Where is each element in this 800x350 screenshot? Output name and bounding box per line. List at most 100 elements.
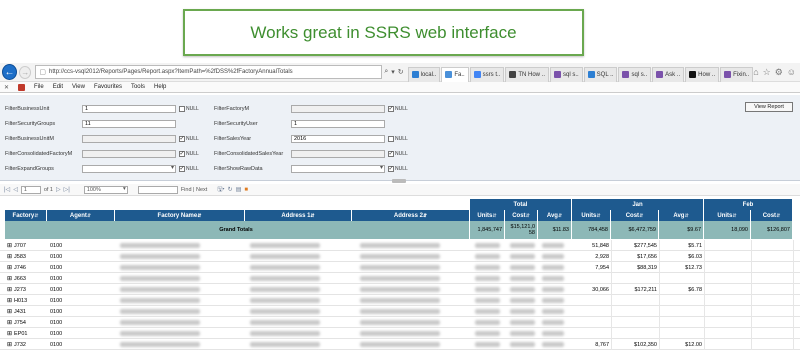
browser-tab[interactable]: TN How .. (505, 66, 549, 82)
browser-tab[interactable]: SQL .. (583, 66, 618, 82)
sort-icon[interactable]: ⇵ (492, 213, 496, 219)
expand-icon[interactable]: ⊞ (7, 330, 12, 337)
column-header[interactable]: Avg ⇵ (659, 210, 704, 221)
refresh-icon[interactable]: ↻ (398, 68, 404, 76)
null-checkbox[interactable]: ✓ (179, 151, 185, 157)
column-header[interactable]: Cost ⇵ (611, 210, 659, 221)
factory-cell[interactable]: ⊞ J707 (7, 240, 26, 251)
browser-tab[interactable]: Fixin.. (720, 66, 754, 82)
column-header[interactable]: Address 1 ⇵ (245, 210, 352, 221)
menu-item-help[interactable]: Help (154, 84, 166, 90)
factory-cell[interactable]: ⊞ J431 (7, 306, 26, 317)
smiley-icon[interactable]: ☺ (787, 67, 796, 78)
zoom-select[interactable]: 100% ▾ (83, 185, 128, 194)
browser-tab[interactable]: Fa.. (441, 66, 469, 82)
expand-icon[interactable]: ⊞ (7, 275, 12, 282)
null-checkbox[interactable]: ✓ (388, 106, 394, 112)
column-header[interactable]: Cost ⇵ (505, 210, 538, 221)
gear-icon[interactable]: ⚙ (775, 67, 783, 78)
sort-icon[interactable]: ⇵ (310, 213, 314, 219)
browser-tab[interactable]: local.. (407, 66, 441, 82)
factory-cell[interactable]: ⊞ J583 (7, 251, 26, 262)
browser-tab[interactable]: ssrs t.. (469, 66, 505, 82)
null-checkbox[interactable] (388, 136, 394, 142)
browser-tab[interactable]: sql s.. (550, 66, 583, 82)
menu-item-edit[interactable]: Edit (53, 84, 63, 90)
menu-item-file[interactable]: File (34, 84, 44, 90)
column-header[interactable]: Factory Name ⇵ (115, 210, 245, 221)
expand-icon[interactable]: ⊞ (7, 286, 12, 293)
page-number-input[interactable]: 1 (20, 185, 41, 194)
column-header[interactable]: Avg ⇵ (538, 210, 572, 221)
menu-item-view[interactable]: View (72, 84, 85, 90)
null-checkbox[interactable] (179, 106, 185, 112)
factory-cell[interactable]: ⊞ J754 (7, 317, 26, 328)
browser-tab[interactable]: sql s.. (618, 66, 652, 82)
factory-cell[interactable]: ⊞ J732 (7, 339, 26, 350)
browser-tab[interactable]: How .. (685, 66, 720, 82)
refresh-report-icon[interactable]: ↻ (228, 186, 233, 193)
addon-icon[interactable] (18, 83, 26, 91)
param-input[interactable]: 11 (82, 120, 176, 128)
search-icon[interactable]: ⌕ (384, 68, 388, 76)
collapse-handle[interactable] (392, 179, 406, 183)
prev-page-icon[interactable]: ◁ (13, 186, 18, 193)
export-icon[interactable]: 🖫▾ (217, 185, 224, 195)
sort-icon[interactable]: ⇵ (87, 213, 91, 219)
first-page-icon[interactable]: |◁ (4, 186, 10, 193)
sort-icon[interactable]: ⇵ (558, 213, 562, 219)
column-header[interactable]: Units ⇵ (470, 210, 505, 221)
column-header[interactable]: Units ⇵ (572, 210, 611, 221)
sort-icon[interactable]: ⇵ (776, 213, 780, 219)
expand-icon[interactable]: ⊞ (7, 341, 12, 348)
null-checkbox[interactable]: ✓ (388, 151, 394, 157)
sort-icon[interactable]: ⇵ (639, 213, 643, 219)
sort-icon[interactable]: ⇵ (684, 213, 688, 219)
expand-icon[interactable]: ⊞ (7, 308, 12, 315)
menu-item-tools[interactable]: Tools (131, 84, 145, 90)
expand-icon[interactable]: ⊞ (7, 319, 12, 326)
menu-item-favourites[interactable]: Favourites (94, 84, 122, 90)
null-checkbox[interactable]: ✓ (179, 136, 185, 142)
null-checkbox[interactable]: ✓ (179, 166, 185, 172)
back-button[interactable]: ← (2, 64, 18, 80)
column-header[interactable]: Agent ⇵ (47, 210, 115, 221)
url-field[interactable]: ▢ http://ccs-vsql2012/Reports/Pages/Repo… (35, 65, 383, 79)
expand-icon[interactable]: ⊞ (7, 253, 12, 260)
favorites-icon[interactable]: ☆ (763, 67, 771, 78)
sort-icon[interactable]: ⇵ (423, 213, 427, 219)
param-input[interactable]: 1 (291, 120, 385, 128)
param-select[interactable] (82, 164, 176, 173)
factory-cell[interactable]: ⊞ J746 (7, 262, 26, 273)
column-header[interactable]: Factory ⇵ (5, 210, 47, 221)
print-icon[interactable]: ▤ (236, 186, 242, 193)
sort-icon[interactable]: ⇵ (596, 213, 600, 219)
sort-icon[interactable]: ⇵ (526, 213, 530, 219)
factory-cell[interactable]: ⊞ J273 (7, 284, 26, 295)
find-next-links[interactable]: Find | Next (181, 187, 208, 193)
view-report-button[interactable]: View Report (745, 102, 793, 112)
param-input[interactable] (82, 135, 176, 143)
expand-icon[interactable]: ⊞ (7, 242, 12, 249)
browser-tab[interactable]: Ask .. (652, 66, 685, 82)
factory-cell[interactable]: ⊞ EP01 (7, 328, 28, 339)
next-page-icon[interactable]: ▷ (56, 186, 61, 193)
sort-icon[interactable]: ⇵ (732, 213, 736, 219)
factory-cell[interactable]: ⊞ H013 (7, 295, 27, 306)
close-icon[interactable]: ✕ (4, 84, 9, 91)
factory-cell[interactable]: ⊞ J663 (7, 273, 26, 284)
param-input[interactable] (82, 150, 176, 158)
atom-feed-icon[interactable]: ■ (244, 187, 248, 193)
param-input[interactable]: 2016 (291, 135, 385, 143)
param-select[interactable] (291, 164, 385, 173)
last-page-icon[interactable]: ▷| (64, 186, 70, 193)
sort-icon[interactable]: ⇵ (34, 213, 38, 219)
column-header[interactable]: Address 2 ⇵ (352, 210, 470, 221)
column-header[interactable]: Units ⇵ (704, 210, 751, 221)
home-icon[interactable]: ⌂ (753, 67, 758, 78)
param-input[interactable]: 1 (82, 105, 176, 113)
null-checkbox[interactable]: ✓ (388, 166, 394, 172)
param-input[interactable] (291, 150, 385, 158)
expand-icon[interactable]: ⊞ (7, 297, 12, 304)
column-header[interactable]: Cost ⇵ (751, 210, 793, 221)
